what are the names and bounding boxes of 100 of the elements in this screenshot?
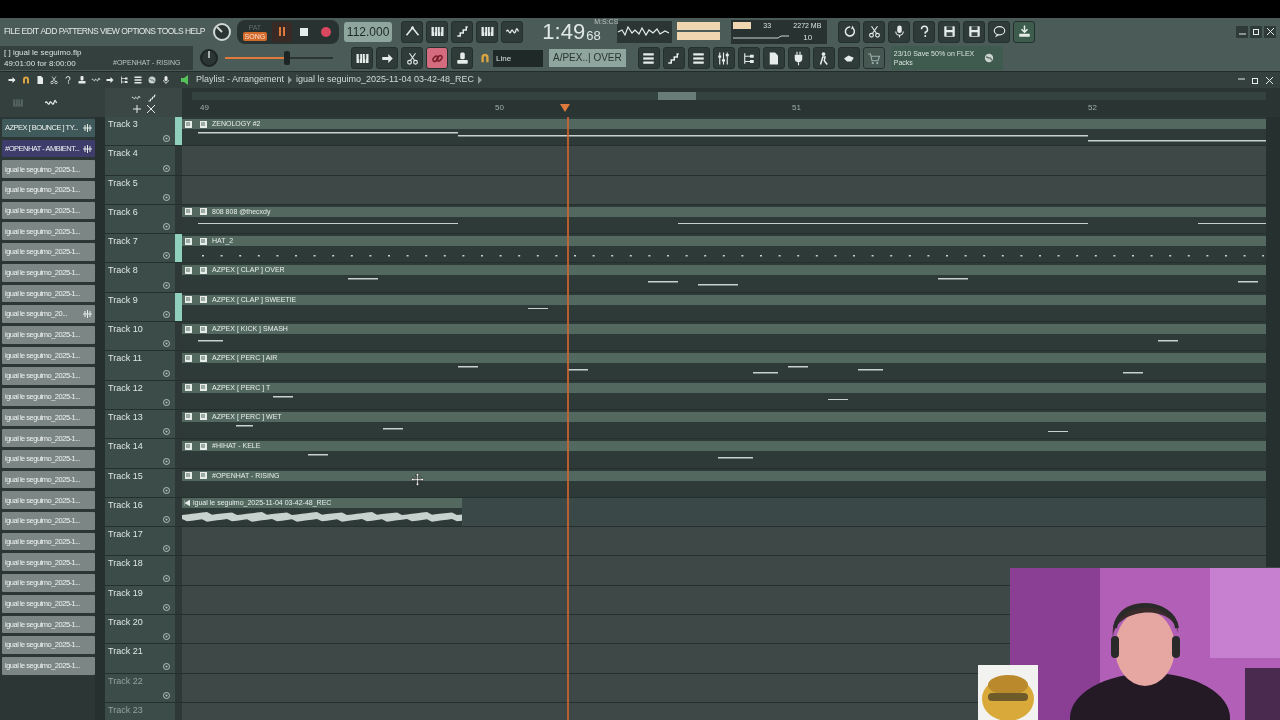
record-toggle-icon[interactable] [163, 340, 170, 348]
snap-dropdown[interactable]: Line [493, 49, 543, 67]
download-button[interactable] [1013, 20, 1036, 43]
knob[interactable] [199, 48, 219, 68]
track-header[interactable]: Track 21 [105, 644, 175, 673]
menu-item[interactable]: HELP [185, 25, 205, 38]
picker-scrollbar[interactable] [95, 117, 105, 720]
record-toggle-icon[interactable] [163, 369, 170, 377]
track-header[interactable]: Track 17 [105, 527, 175, 556]
track-header[interactable]: Track 6 [105, 204, 175, 234]
record-audio-button[interactable] [888, 20, 911, 43]
track-header[interactable]: Track 7 [105, 234, 175, 263]
track-header[interactable]: Track 16 [105, 497, 175, 527]
record-toggle-icon[interactable] [163, 252, 170, 260]
cut-button[interactable] [863, 20, 886, 43]
export-button[interactable] [963, 20, 986, 43]
step-edit-button[interactable] [451, 20, 474, 43]
piano-roll-button[interactable] [662, 47, 685, 69]
tool-button[interactable] [20, 74, 31, 86]
track-header[interactable]: Track 3 [105, 117, 175, 146]
close-icon[interactable] [146, 104, 155, 113]
track-header[interactable]: Track 10 [105, 322, 175, 351]
record-toggle-icon[interactable] [163, 574, 170, 582]
track-header[interactable]: Track 12 [105, 380, 175, 409]
record-toggle-icon[interactable] [163, 486, 170, 494]
record-toggle-icon[interactable] [163, 164, 170, 172]
record-toggle-icon[interactable] [163, 516, 170, 524]
link-button[interactable] [426, 47, 448, 69]
track-header[interactable]: Track 19 [105, 585, 175, 615]
close-button[interactable] [1264, 25, 1276, 38]
browser-button[interactable] [737, 47, 760, 69]
track-header[interactable]: Track 18 [105, 556, 175, 585]
menu-item[interactable]: ADD [40, 25, 57, 38]
menu-item[interactable]: VIEW [99, 25, 120, 38]
track-header[interactable]: Track 8 [105, 263, 175, 292]
mixer-button[interactable] [712, 47, 735, 69]
track-header[interactable]: Track 11 [105, 351, 175, 380]
arrangement-name[interactable]: igual le seguimo_2025-11-04 03-42-48_REC [296, 73, 474, 87]
close-button[interactable] [1264, 75, 1274, 85]
menu-item[interactable]: EDIT [21, 25, 39, 38]
record-toggle-icon[interactable] [163, 428, 170, 436]
menu-item[interactable]: PATTERNS [58, 25, 98, 38]
menu-item[interactable]: TOOLS [157, 25, 184, 38]
pattern-selector[interactable]: A/PEX..| OVER [549, 49, 626, 67]
track-header[interactable]: Track 5 [105, 175, 175, 204]
metronome-button[interactable] [401, 20, 424, 43]
project-button[interactable] [762, 47, 785, 69]
tool-button[interactable] [132, 74, 143, 86]
track-header[interactable]: Track 9 [105, 292, 175, 322]
tutor-button[interactable] [812, 47, 835, 69]
tool-button[interactable] [160, 74, 171, 86]
record-toggle-icon[interactable] [163, 281, 170, 289]
menu-item[interactable]: FILE [4, 25, 20, 38]
timeline-ruler[interactable]: 49 50 51 52 [182, 88, 1280, 117]
track-header[interactable]: Track 20 [105, 615, 175, 644]
record-toggle-icon[interactable] [163, 457, 170, 465]
tool-button[interactable] [76, 74, 87, 86]
volume-slider[interactable] [225, 51, 333, 65]
record-toggle-icon[interactable] [163, 662, 170, 670]
touch-button[interactable] [837, 47, 860, 69]
refresh-button[interactable] [838, 20, 861, 43]
tool-button[interactable] [48, 74, 59, 86]
record-toggle-icon[interactable] [163, 604, 170, 612]
record-toggle-icon[interactable] [163, 193, 170, 201]
track-header[interactable]: Track 13 [105, 409, 175, 439]
playlist-button[interactable] [637, 47, 660, 69]
scrollbar[interactable] [192, 92, 1266, 100]
vertical-scrollbar[interactable] [1266, 117, 1280, 567]
track-header[interactable]: Track 15 [105, 468, 175, 497]
record-toggle-icon[interactable] [163, 311, 170, 319]
record-toggle-icon[interactable] [163, 223, 170, 231]
tool-button[interactable] [146, 74, 157, 86]
pause-button[interactable] [271, 21, 292, 42]
arrow-button[interactable] [376, 47, 398, 69]
record-toggle-icon[interactable] [163, 398, 170, 406]
playhead-marker[interactable] [560, 104, 570, 112]
save-button[interactable] [938, 20, 961, 43]
stamp-button[interactable] [451, 47, 473, 69]
record-toggle-icon[interactable] [163, 691, 170, 699]
menu-item[interactable]: OPTIONS [121, 25, 156, 38]
typing-keyboard-button[interactable] [426, 20, 449, 43]
record-toggle-icon[interactable] [163, 135, 170, 143]
track-header[interactable]: Track 4 [105, 146, 175, 175]
plugin-button[interactable] [787, 47, 810, 69]
keyboard-button[interactable] [351, 47, 373, 69]
tempo-display[interactable]: 112.000 [343, 21, 393, 42]
slice-button[interactable] [401, 47, 423, 69]
track-header[interactable]: Track 22 [105, 673, 175, 702]
minimize-button[interactable] [1236, 25, 1248, 38]
record-toggle-icon[interactable] [163, 633, 170, 641]
plus-icon[interactable] [132, 104, 141, 113]
help-button[interactable] [913, 20, 936, 43]
piano-button[interactable] [476, 20, 499, 43]
chat-button[interactable] [988, 20, 1011, 43]
store-button[interactable] [862, 47, 885, 69]
loop-record-button[interactable] [501, 20, 524, 43]
track-header[interactable]: Track 14 [105, 439, 175, 468]
tool-button[interactable] [118, 74, 129, 86]
restore-button[interactable] [1250, 25, 1262, 38]
record-toggle-icon[interactable] [163, 545, 170, 553]
